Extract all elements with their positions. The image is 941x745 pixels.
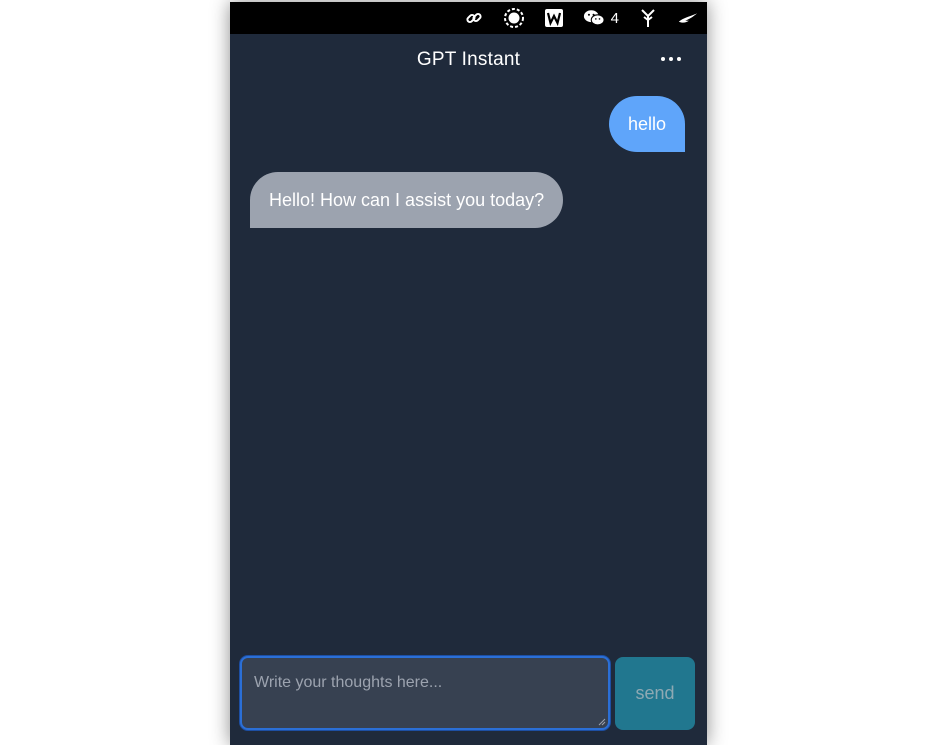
app-header: GPT Instant <box>230 34 707 86</box>
wps-icon[interactable] <box>543 7 565 29</box>
assistant-message-bubble: Hello! How can I assist you today? <box>250 172 564 228</box>
message-input[interactable] <box>240 656 610 730</box>
user-message-bubble: hello <box>608 96 685 152</box>
menu-bar: 4 <box>230 2 707 34</box>
message-list: hello Hello! How can I assist you today? <box>230 86 707 646</box>
wechat-badge-count: 4 <box>610 9 619 27</box>
page-title: GPT Instant <box>416 49 521 70</box>
composer: send <box>230 654 707 734</box>
record-icon[interactable] <box>503 7 525 29</box>
app-window: 4 GPT Instant hello Hello! How can I ass… <box>230 2 707 745</box>
wechat-icon[interactable] <box>583 7 605 29</box>
more-horizontal-icon[interactable] <box>661 51 681 67</box>
fork-icon[interactable] <box>637 7 659 29</box>
send-button[interactable]: send <box>615 657 695 730</box>
link-icon[interactable] <box>463 7 485 29</box>
bird-icon[interactable] <box>677 7 699 29</box>
